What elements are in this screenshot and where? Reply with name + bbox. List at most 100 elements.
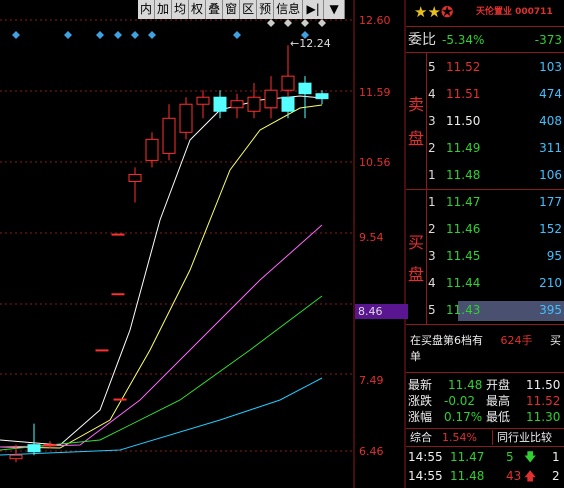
candle bbox=[128, 167, 142, 203]
tab-composite[interactable]: 综合 bbox=[410, 430, 432, 445]
diamond-icon bbox=[96, 31, 104, 39]
toolbar-button-5[interactable]: 窗 bbox=[223, 0, 241, 19]
toolbar-button-1[interactable]: 加 bbox=[155, 0, 173, 19]
sell-row[interactable]: 5 11.52 103 bbox=[406, 55, 564, 79]
tick-row: 14:55 11.48 43 🡅 2 bbox=[408, 469, 560, 483]
order-price: 11.49 bbox=[446, 141, 481, 155]
candle bbox=[247, 83, 261, 119]
diamond-icon bbox=[318, 19, 326, 27]
candle bbox=[281, 45, 295, 98]
price-tick: 10.56 bbox=[359, 156, 391, 169]
order-price: 11.47 bbox=[446, 195, 481, 209]
star-icon: ✪ bbox=[440, 3, 454, 21]
diamond-icon bbox=[12, 31, 20, 39]
order-volume: 210 bbox=[539, 276, 562, 290]
rating-stars: ★★✪ bbox=[414, 2, 453, 21]
candle bbox=[162, 104, 176, 161]
order-price: 11.52 bbox=[446, 60, 481, 74]
ma-line-1 bbox=[0, 104, 323, 449]
order-price: 11.50 bbox=[446, 114, 481, 128]
composite-pct: 1.54% bbox=[442, 431, 477, 444]
current-price-label: 8.46 bbox=[355, 304, 408, 319]
toolbar-button-4[interactable]: 叠 bbox=[206, 0, 224, 19]
diamond-icon bbox=[301, 19, 309, 27]
level: 4 bbox=[428, 87, 436, 101]
candle bbox=[196, 90, 210, 119]
stock-name: 天伦置业 000711 bbox=[476, 7, 553, 17]
candle bbox=[230, 93, 244, 119]
buy-row[interactable]: 2 11.46 152 bbox=[406, 217, 564, 241]
depth6-row: 在买盘第6档有 624手 买单 bbox=[410, 334, 561, 363]
candle bbox=[315, 90, 329, 105]
diamond-icon bbox=[148, 31, 156, 39]
arrow-down-icon: 🡇 bbox=[524, 450, 537, 464]
order-volume: 474 bbox=[539, 87, 562, 101]
order-price: 11.45 bbox=[446, 249, 481, 263]
quote-panel: ★★✪ 天伦置业 000711 委比 -5.34% -373 卖 盘 5 11.5… bbox=[406, 0, 564, 488]
toolbar-button-8[interactable]: 信息 bbox=[274, 0, 304, 19]
order-volume: 408 bbox=[539, 114, 562, 128]
candle bbox=[111, 233, 125, 236]
price-tick: 12.60 bbox=[359, 14, 391, 27]
buy-row[interactable]: 3 11.45 95 bbox=[406, 244, 564, 268]
ma-line-4 bbox=[0, 377, 323, 456]
tick-row: 14:55 11.47 5 🡇 1 bbox=[408, 450, 560, 464]
diamond-icon bbox=[64, 31, 72, 39]
order-volume: 177 bbox=[539, 195, 562, 209]
level: 5 bbox=[428, 303, 436, 317]
order-volume: 95 bbox=[546, 249, 562, 263]
toolbar-button-10[interactable]: ▼ bbox=[324, 0, 346, 19]
price-tick: 6.46 bbox=[359, 445, 384, 458]
buy-row[interactable]: 4 11.44 210 bbox=[406, 271, 564, 295]
order-volume: 106 bbox=[539, 168, 562, 182]
toolbar-button-0[interactable]: 内 bbox=[138, 0, 156, 19]
candle bbox=[264, 76, 278, 119]
kline-chart[interactable] bbox=[0, 0, 406, 488]
chart-toolbar: 内加均权叠窗区预信息 ▶| ▼ bbox=[138, 0, 346, 19]
buy-row[interactable]: 5 11.43 395 bbox=[406, 298, 564, 322]
order-volume: 395 bbox=[539, 303, 562, 317]
toolbar-button-6[interactable]: 区 bbox=[240, 0, 258, 19]
price-tick: 9.54 bbox=[359, 231, 384, 244]
order-price: 11.46 bbox=[446, 222, 481, 236]
candle bbox=[95, 349, 109, 352]
sell-row[interactable]: 3 11.50 408 bbox=[406, 109, 564, 133]
level: 2 bbox=[428, 222, 436, 236]
sell-row[interactable]: 1 11.48 106 bbox=[406, 163, 564, 187]
level: 2 bbox=[428, 141, 436, 155]
diamond-icon bbox=[114, 31, 122, 39]
diamond-icon bbox=[131, 31, 139, 39]
order-price: 11.51 bbox=[446, 87, 481, 101]
ma-line-2 bbox=[0, 224, 323, 448]
star-icon: ★ bbox=[414, 3, 428, 21]
toolbar-button-7[interactable]: 预 bbox=[257, 0, 275, 19]
candle bbox=[27, 423, 41, 456]
level: 3 bbox=[428, 114, 436, 128]
ma-line-3 bbox=[0, 295, 323, 451]
toolbar-button-2[interactable]: 均 bbox=[172, 0, 190, 19]
candle bbox=[113, 398, 127, 401]
diamond-icon bbox=[267, 19, 275, 27]
toolbar-button-9[interactable]: ▶| bbox=[303, 0, 325, 19]
order-price: 11.48 bbox=[446, 168, 481, 182]
buy-row[interactable]: 1 11.47 177 bbox=[406, 190, 564, 214]
order-volume: 103 bbox=[539, 60, 562, 74]
arrow-up-icon: 🡅 bbox=[524, 469, 537, 483]
candle bbox=[179, 97, 193, 140]
level: 1 bbox=[428, 168, 436, 182]
toolbar-button-3[interactable]: 权 bbox=[189, 0, 207, 19]
order-volume: 311 bbox=[539, 141, 562, 155]
level: 3 bbox=[428, 249, 436, 263]
level: 4 bbox=[428, 276, 436, 290]
tab-peer-compare[interactable]: 同行业比较 bbox=[492, 430, 552, 445]
sell-row[interactable]: 2 11.49 311 bbox=[406, 136, 564, 160]
ma-line-0 bbox=[0, 95, 323, 446]
price-tick: 7.49 bbox=[359, 374, 384, 387]
order-price: 11.44 bbox=[446, 276, 481, 290]
level: 5 bbox=[428, 60, 436, 74]
price-tick: 11.59 bbox=[359, 86, 391, 99]
candle bbox=[111, 293, 125, 296]
order-volume: 152 bbox=[539, 222, 562, 236]
level: 1 bbox=[428, 195, 436, 209]
sell-row[interactable]: 4 11.51 474 bbox=[406, 82, 564, 106]
